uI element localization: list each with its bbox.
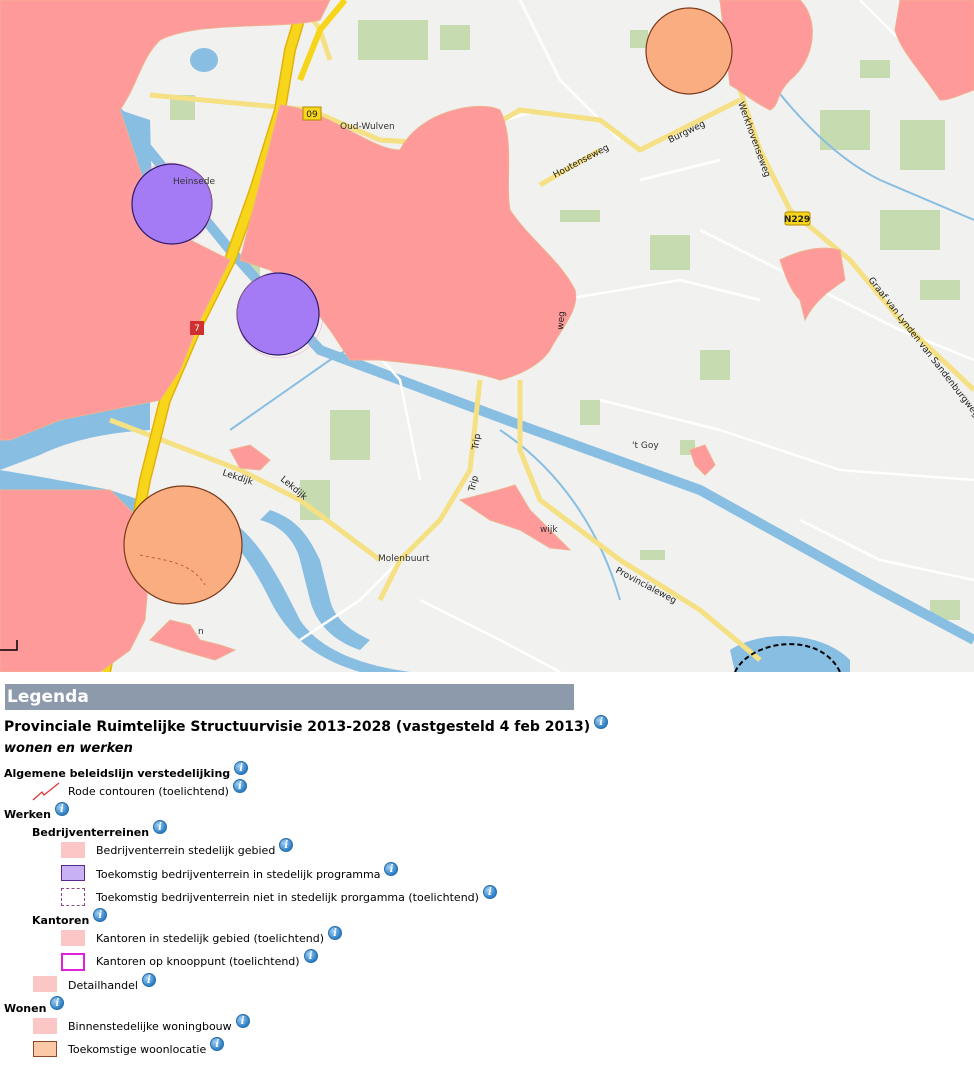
legend-item-rode-contouren: Rode contouren (toelichtend) i <box>68 779 247 798</box>
legend-group-wonen: Wonen i <box>4 996 65 1015</box>
swatch-detailhandel <box>33 976 57 992</box>
info-icon[interactable]: i <box>279 838 294 852</box>
swatch-toekomstig-in <box>61 865 85 881</box>
legend-item-binnenstedelijke: Binnenstedelijke woningbouw i <box>68 1014 250 1033</box>
legend-title: Provinciale Ruimtelijke Structuurvisie 2… <box>4 719 591 735</box>
info-icon[interactable]: i <box>232 779 247 793</box>
legend-item-kantoren-stedelijk: Kantoren in stedelijk gebied (toelichten… <box>96 926 343 945</box>
legend-item-label: Rode contouren (toelichtend) <box>68 784 229 798</box>
legend-item-label: Toekomstig bedrijventerrein niet in sted… <box>96 890 479 904</box>
road-shield-n229: N229 <box>784 215 810 225</box>
swatch-toekomstig-niet <box>61 888 85 906</box>
place-label-wijk: wijk <box>540 525 558 535</box>
legend-item-label: Detailhandel <box>68 978 138 992</box>
legend-group-label: Kantoren <box>32 913 90 927</box>
info-icon[interactable]: i <box>234 761 249 775</box>
info-icon[interactable]: i <box>210 1037 225 1051</box>
legend-group-label: Wonen <box>4 1001 47 1015</box>
legend-item-bedrijf-stedelijk: Bedrijventerrein stedelijk gebied i <box>96 838 294 857</box>
legend-item-label: Binnenstedelijke woningbouw <box>68 1019 232 1033</box>
info-icon[interactable]: i <box>303 949 318 963</box>
legend-group-label: Bedrijventerreinen <box>32 825 150 839</box>
info-icon[interactable]: i <box>235 1014 250 1028</box>
legend-item-label: Toekomstig bedrijventerrein in stedelijk… <box>96 867 381 881</box>
swatch-binnenstedelijke <box>33 1018 57 1034</box>
swatch-bedrijf-stedelijk <box>61 842 85 858</box>
info-icon[interactable]: i <box>594 715 609 729</box>
info-icon[interactable]: i <box>384 862 399 876</box>
info-icon[interactable]: i <box>482 885 497 899</box>
swatch-kantoren-knooppunt <box>61 953 85 971</box>
legend-item-toekomstige-woon: Toekomstige woonlocatie i <box>68 1037 225 1056</box>
legend-subtitle: wonen en werken <box>4 741 133 756</box>
legend-group-algemene: Algemene beleidslijn verstedelijking i <box>4 761 249 780</box>
legend-group-kantoren: Kantoren i <box>32 908 108 927</box>
place-label-n: n <box>198 627 204 637</box>
map-canvas[interactable]: N229 7 09 Oud-Wulven Heinsede 't Goy Mol… <box>0 0 974 672</box>
swatch-toekomstige-woon <box>33 1041 57 1057</box>
legend-header: Legenda <box>5 684 574 710</box>
info-icon[interactable]: i <box>50 996 65 1010</box>
info-icon[interactable]: i <box>93 908 108 922</box>
swatch-kantoren-stedelijk <box>61 930 85 946</box>
legend-item-toekomstig-in: Toekomstig bedrijventerrein in stedelijk… <box>96 862 399 881</box>
info-icon[interactable]: i <box>141 973 156 987</box>
map-view[interactable]: N229 7 09 Oud-Wulven Heinsede 't Goy Mol… <box>0 0 974 672</box>
legend-panel: Legenda Provinciale Ruimtelijke Structuu… <box>0 684 974 1065</box>
legend-item-label: Kantoren in stedelijk gebied (toelichten… <box>96 931 325 945</box>
legend-group-label: Algemene beleidslijn verstedelijking <box>4 766 231 780</box>
legend-item-kantoren-knooppunt: Kantoren op knooppunt (toelichtend) i <box>96 949 318 968</box>
red-contour-line-icon <box>32 782 60 801</box>
legend-item-detailhandel: Detailhandel i <box>68 973 156 992</box>
info-icon[interactable]: i <box>328 926 343 940</box>
legend-subtitle-row: wonen en werken <box>4 741 133 756</box>
legend-item-label: Toekomstige woonlocatie <box>68 1042 207 1056</box>
legend-group-bedrijventerreinen: Bedrijventerreinen i <box>32 820 168 839</box>
road-shield-a27: 7 <box>194 324 200 334</box>
place-label-molenbuurt: Molenbuurt <box>378 554 430 564</box>
road-label-weg: weg <box>556 311 568 330</box>
info-icon[interactable]: i <box>153 820 168 834</box>
legend-item-label: Kantoren op knooppunt (toelichtend) <box>96 954 300 968</box>
place-label-goy: 't Goy <box>632 441 659 451</box>
info-icon[interactable]: i <box>54 802 69 816</box>
legend-item-toekomstig-niet: Toekomstig bedrijventerrein niet in sted… <box>96 885 497 904</box>
road-shield-small: 09 <box>306 110 318 120</box>
place-label-oud-wulven: Oud-Wulven <box>340 122 395 132</box>
legend-group-label: Werken <box>4 807 51 821</box>
legend-title-row: Provinciale Ruimtelijke Structuurvisie 2… <box>4 715 609 735</box>
legend-group-werken: Werken i <box>4 802 69 821</box>
place-label-heinsede: Heinsede <box>173 177 215 187</box>
legend-item-label: Bedrijventerrein stedelijk gebied <box>96 843 276 857</box>
